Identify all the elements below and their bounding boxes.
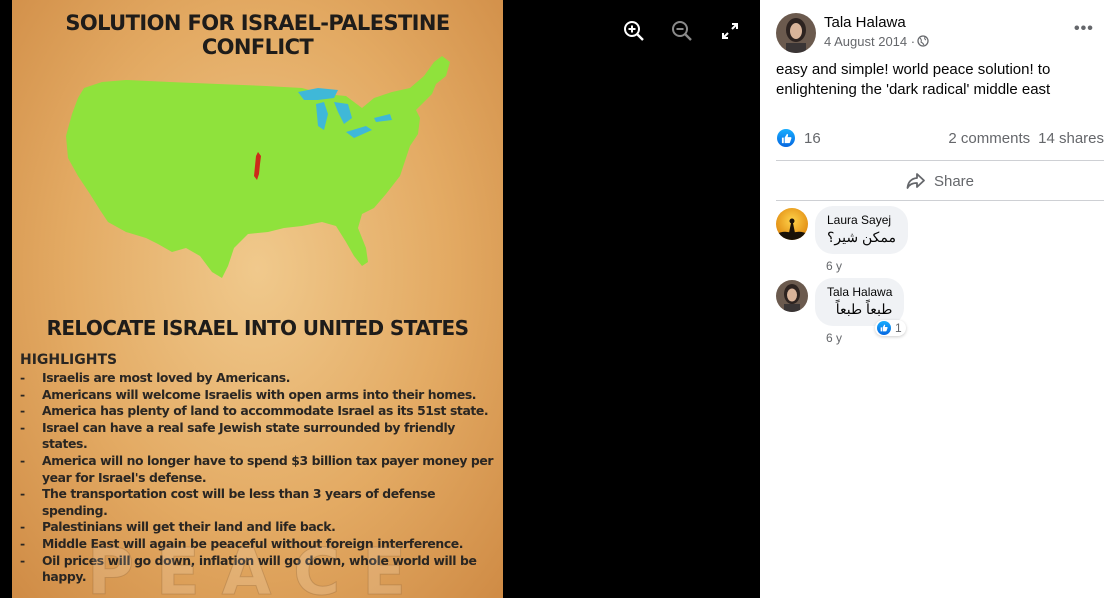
fullscreen-button[interactable] (715, 16, 745, 46)
highlight-item: - Americans will welcome Israelis with op… (20, 386, 477, 402)
comment-bubble: Tala Halawa طبعاً طبعاً (815, 278, 905, 326)
peace-watermark: PEACE (87, 536, 428, 598)
zoom-in-button[interactable] (619, 16, 649, 46)
more-options-button[interactable]: ••• (1074, 20, 1094, 38)
like-reaction-icon (877, 321, 891, 335)
reactions-summary[interactable]: 16 (777, 129, 821, 147)
author-avatar[interactable] (776, 13, 816, 53)
divider (776, 200, 1104, 201)
comment-text: طبعاً طبعاً (835, 301, 893, 317)
post-text: easy and simple! world peace solution! t… (776, 61, 1051, 98)
commenter-avatar[interactable] (776, 208, 808, 240)
comment-time[interactable]: 6 y (826, 331, 842, 345)
like-reaction-icon (777, 129, 795, 147)
comment-bubble: Laura Sayej ممكن شير؟ (815, 206, 908, 254)
highlight-item: - Palestinians will get their land and li… (20, 519, 336, 535)
photo-viewer: SOLUTION FOR ISRAEL-PALESTINE CONFLICT R… (0, 0, 760, 598)
comment-author[interactable]: Laura Sayej (827, 213, 896, 227)
post-date[interactable]: 4 August 2014 · (824, 34, 915, 49)
comment-reaction-count: 1 (895, 321, 902, 335)
post-author-name[interactable]: Tala Halawa (824, 14, 906, 31)
divider (776, 160, 1104, 161)
comments-count-link[interactable]: 2 comments (948, 130, 1030, 147)
highlight-item: - Israel can have a real safe Jewish stat… (20, 419, 455, 452)
zoom-out-button[interactable] (667, 16, 697, 46)
shares-count-link[interactable]: 14 shares (1038, 130, 1104, 147)
poster-subtitle: RELOCATE ISRAEL INTO UNITED STATES (46, 316, 469, 340)
reaction-count: 16 (804, 129, 821, 147)
commenter-avatar[interactable] (776, 280, 808, 312)
fullscreen-icon (722, 23, 738, 39)
share-icon (906, 173, 925, 189)
avatar-photo (776, 13, 816, 53)
highlights-title: HIGHLIGHTS (20, 352, 118, 368)
share-button[interactable]: Share (776, 166, 1104, 196)
usa-map (66, 56, 450, 278)
highlight-item: - The transportation cost will be less th… (20, 486, 436, 518)
avatar-photo (776, 208, 808, 240)
highlight-item: - America has plenty of land to accommoda… (20, 403, 489, 419)
avatar-photo (776, 280, 808, 312)
highlight-item: - America will no longer have to spend $3… (20, 452, 494, 485)
engagement-counts: 2 comments 14 shares (948, 130, 1104, 147)
comment-reactions[interactable]: 1 (875, 320, 906, 336)
poster-image: SOLUTION FOR ISRAEL-PALESTINE CONFLICT R… (12, 0, 503, 598)
share-label: Share (933, 172, 975, 190)
globe-icon (917, 35, 929, 47)
zoom-out-icon (672, 21, 692, 41)
photo-post-page: SOLUTION FOR ISRAEL-PALESTINE CONFLICT R… (0, 0, 1116, 598)
comment-author[interactable]: Tala Halawa (827, 285, 892, 299)
comment-item: Laura Sayej ممكن شير؟ (815, 206, 908, 254)
highlight-item: - Israelis are most loved by Americans. (20, 370, 291, 385)
comment-text: ممكن شير؟ (827, 229, 896, 245)
zoom-in-icon (624, 21, 644, 41)
comment-time[interactable]: 6 y (826, 259, 842, 273)
comment-item: Tala Halawa طبعاً طبعاً (815, 278, 905, 326)
